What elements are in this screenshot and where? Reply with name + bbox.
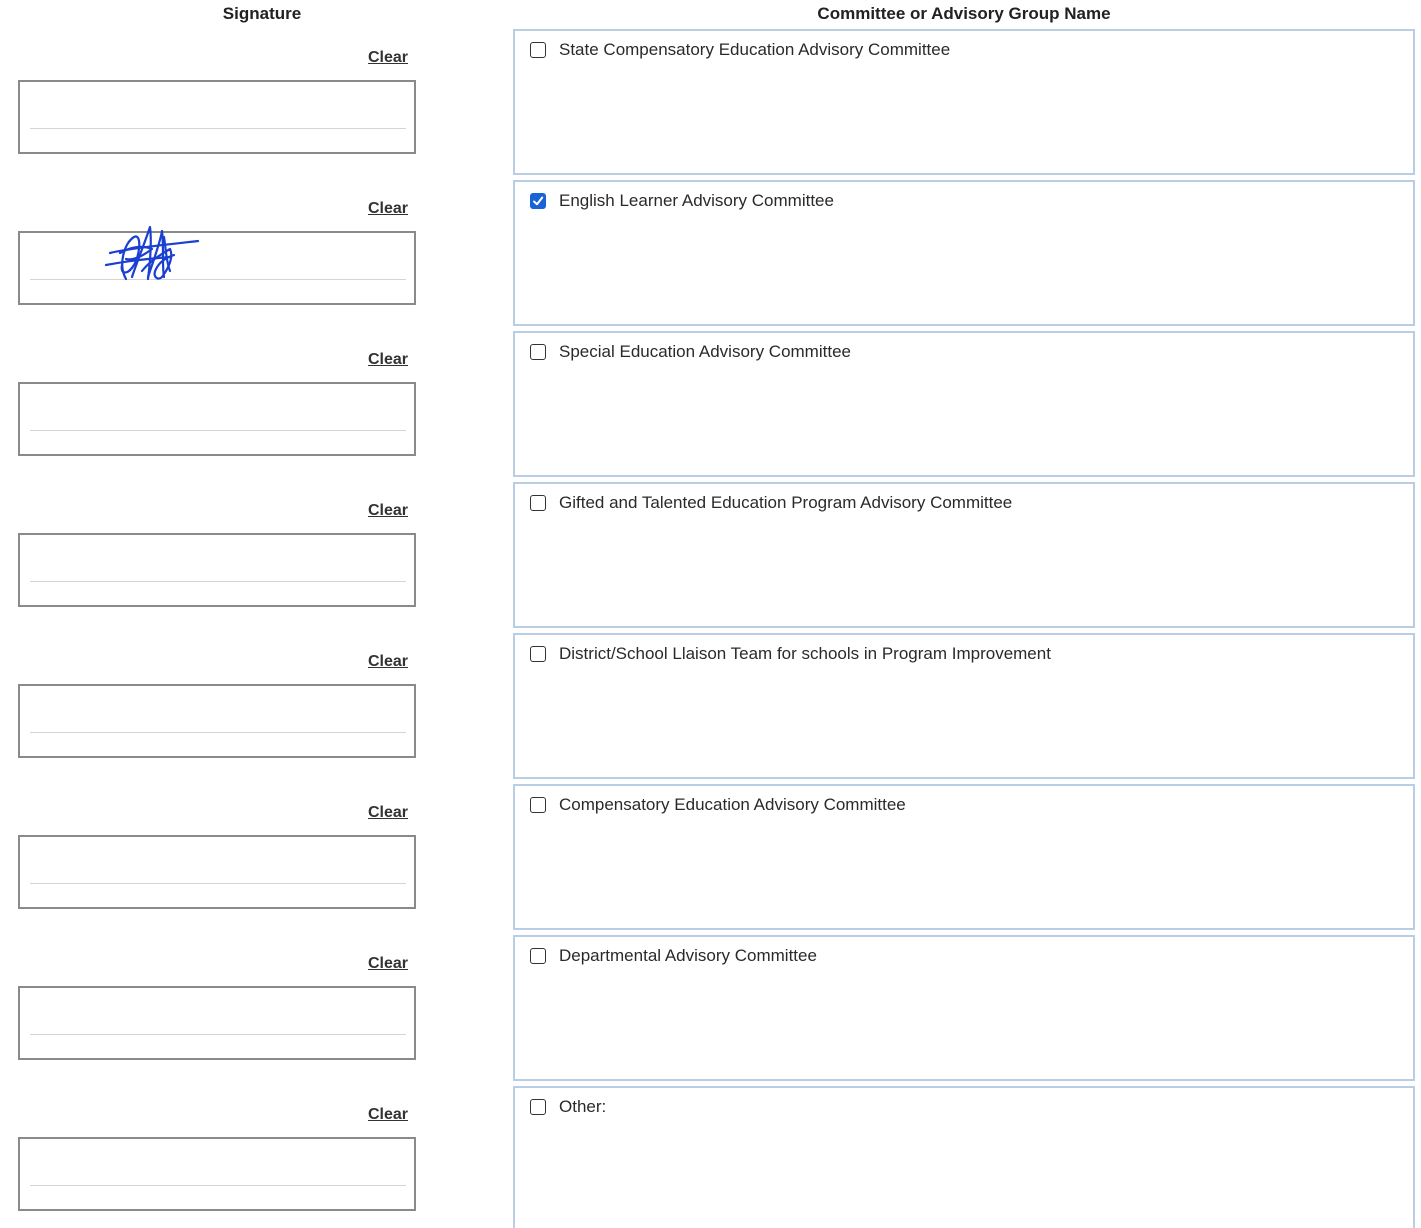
committee-name: Special Education Advisory Committee <box>559 342 851 361</box>
clear-signature-button[interactable]: Clear <box>358 502 418 520</box>
signature-pad[interactable] <box>18 986 416 1060</box>
committee-checkbox[interactable] <box>530 797 546 813</box>
signature-baseline <box>30 732 406 733</box>
signature-pad[interactable] <box>18 382 416 456</box>
committee-name: Other: <box>559 1097 607 1116</box>
signature-baseline <box>30 883 406 884</box>
committee-name: Departmental Advisory Committee <box>559 946 817 965</box>
signature-baseline <box>30 1034 406 1035</box>
signature-pad[interactable] <box>18 684 416 758</box>
committee-checkbox[interactable] <box>530 344 546 360</box>
committee-name: State Compensatory Education Advisory Co… <box>559 40 951 59</box>
committee-option: Special Education Advisory Committee <box>513 331 1415 477</box>
committee-option: State Compensatory Education Advisory Co… <box>513 29 1415 175</box>
committee-checkbox[interactable] <box>530 1099 546 1115</box>
committee-column-header: Committee or Advisory Group Name <box>817 4 1111 23</box>
clear-signature-button[interactable]: Clear <box>358 49 418 67</box>
signature-baseline <box>30 128 406 129</box>
committee-option: Compensatory Education Advisory Committe… <box>513 784 1415 930</box>
signature-baseline <box>30 279 406 280</box>
signature-baseline <box>30 581 406 582</box>
committee-checkbox[interactable] <box>530 646 546 662</box>
committee-option: District/School Llaison Team for schools… <box>513 633 1415 779</box>
clear-signature-button[interactable]: Clear <box>358 653 418 671</box>
committee-checkbox-checked[interactable] <box>530 193 546 209</box>
clear-signature-button[interactable]: Clear <box>358 804 418 822</box>
clear-signature-button[interactable]: Clear <box>358 955 418 973</box>
clear-signature-button[interactable]: Clear <box>358 1106 418 1124</box>
committee-name: District/School Llaison Team for schools… <box>559 644 1051 663</box>
signature-baseline <box>30 1185 406 1186</box>
clear-signature-button[interactable]: Clear <box>358 351 418 369</box>
committee-checkbox[interactable] <box>530 42 546 58</box>
committee-name: Compensatory Education Advisory Committe… <box>559 795 906 814</box>
committee-checkbox[interactable] <box>530 948 546 964</box>
signature-pad[interactable] <box>18 80 416 154</box>
signature-pad[interactable] <box>18 835 416 909</box>
committee-option: English Learner Advisory Committee <box>513 180 1415 326</box>
signature-pad[interactable] <box>18 533 416 607</box>
committee-name: English Learner Advisory Committee <box>559 191 834 210</box>
committee-option: Gifted and Talented Education Program Ad… <box>513 482 1415 628</box>
handwritten-signature <box>104 225 200 281</box>
clear-signature-button[interactable]: Clear <box>358 200 418 218</box>
checkmark-icon <box>533 196 544 206</box>
signature-column-header: Signature <box>222 4 302 23</box>
committee-option: Departmental Advisory Committee <box>513 935 1415 1081</box>
committee-checkbox[interactable] <box>530 495 546 511</box>
committee-name: Gifted and Talented Education Program Ad… <box>559 493 1013 512</box>
signature-pad[interactable] <box>18 225 416 305</box>
signature-baseline <box>30 430 406 431</box>
signature-pad[interactable] <box>18 1137 416 1211</box>
committee-option: Other: <box>513 1086 1415 1228</box>
